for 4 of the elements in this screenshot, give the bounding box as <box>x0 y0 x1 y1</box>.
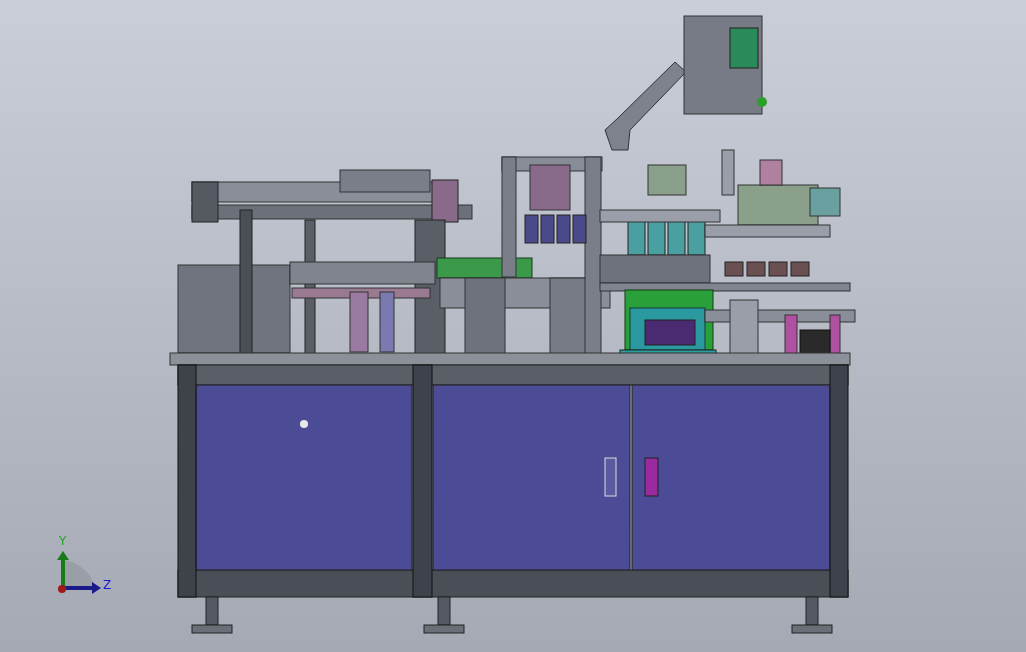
cad-viewport[interactable]: Y Z <box>0 0 1026 652</box>
axis-label: Z <box>103 578 112 592</box>
axis-label: Y <box>59 534 67 548</box>
axis-triad-drawing <box>57 551 101 594</box>
